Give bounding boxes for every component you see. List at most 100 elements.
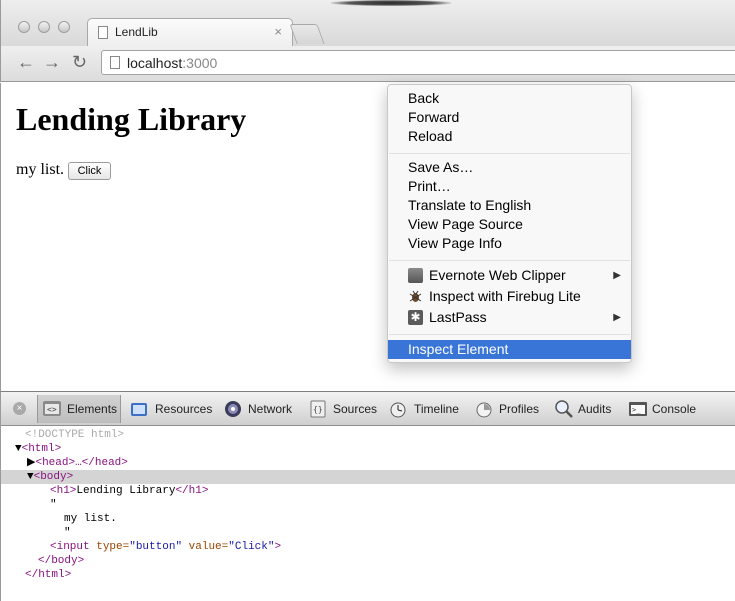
tab-label: Elements [67,402,118,416]
tab-console[interactable]: >_ Console [624,395,702,423]
tab-network[interactable]: Network [219,395,301,423]
svg-text:{}: {} [313,405,323,414]
tab-profiles[interactable]: Profiles [470,395,548,423]
menu-item-reload[interactable]: Reload [388,127,631,146]
dom-h1-open: <h1> [50,485,77,497]
menu-item-inspect-element[interactable]: Inspect Element [388,340,631,359]
url-text: localhost:3000 [127,55,217,71]
menu-item-label: LastPass [429,309,487,325]
new-tab-button[interactable] [289,24,325,44]
tab-label: Audits [578,402,612,416]
menu-item-view-source[interactable]: View Page Source [388,215,631,234]
minimize-window-button[interactable] [38,21,50,33]
dom-html-node[interactable]: ▼<html> [1,442,735,456]
menu-item-save-as[interactable]: Save As… [388,158,631,177]
dom-html-close: </html> [1,568,735,582]
menu-item-firebug[interactable]: Inspect with Firebug Lite [388,287,631,306]
dom-text-node[interactable]: my list. [1,512,735,526]
menu-item-label: Evernote Web Clipper [429,267,566,283]
tab-sources[interactable]: {} Sources [304,395,382,423]
dom-body-node[interactable]: ▼<body> [1,470,735,484]
reload-icon[interactable]: ↻ [72,52,87,73]
dom-text-value: my list. [64,513,117,525]
address-bar[interactable]: localhost:3000 [101,50,735,75]
menu-separator [389,334,630,335]
lastpass-icon: ✱ [408,310,423,325]
dom-tree: <!DOCTYPE html> ▼<html> ▶<head>…</head> … [1,426,735,601]
resources-icon [129,399,149,419]
dom-doctype-text: <!DOCTYPE html> [25,429,125,441]
dom-attr-type: type= [96,541,130,553]
menu-item-forward[interactable]: Forward [388,108,631,127]
tab-label: Profiles [499,402,540,416]
network-icon [223,399,243,419]
dom-body-open: <body> [33,471,74,483]
audits-icon [554,399,574,419]
tab-audits[interactable]: Audits [550,395,622,423]
dom-doctype[interactable]: <!DOCTYPE html> [1,428,735,442]
tab-elements[interactable]: <> Elements [37,395,121,423]
browser-titlebar: LendLib × [0,0,735,46]
devtools-close-icon[interactable]: × [13,402,26,415]
timeline-icon [388,399,408,419]
devtools-panel: × <> Elements Resources Network {} Sourc… [0,391,735,601]
tab-label: Sources [333,402,378,416]
profiles-icon [474,399,494,419]
menu-item-evernote[interactable]: Evernote Web Clipper ▶ [388,266,631,285]
tab-label: Network [248,402,293,416]
firebug-icon [408,289,423,304]
dom-attr-value: value= [188,541,229,553]
background-photo-fragment [331,0,451,6]
dom-quote: " [50,499,57,511]
menu-item-back[interactable]: Back [388,89,631,108]
tab-title: LendLib [115,25,158,39]
dom-quote: " [64,527,71,539]
dom-h1-close: </h1> [175,485,209,497]
tab-lendlib[interactable]: LendLib × [87,18,293,46]
menu-item-print[interactable]: Print… [388,177,631,196]
dom-text-quote-open: " [1,498,735,512]
menu-item-view-info[interactable]: View Page Info [388,234,631,253]
menu-separator [389,153,630,154]
dom-attr-type-value: "button" [129,541,183,553]
console-icon: >_ [628,399,648,419]
page-icon [110,56,120,69]
dom-html-open: <html> [21,443,62,455]
dom-head-text: <head>…</head> [35,457,128,469]
dom-attr-value-value: "Click" [228,541,275,553]
dom-input-close: > [274,541,282,553]
evernote-icon [408,268,423,283]
forward-arrow-icon[interactable]: → [43,52,61,73]
page-text: my list. [16,161,65,178]
submenu-arrow-icon: ▶ [613,312,621,323]
back-arrow-icon[interactable]: ← [17,52,35,73]
tab-resources[interactable]: Resources [125,395,215,423]
tab-close-icon[interactable]: × [274,24,282,39]
menu-item-label: Inspect with Firebug Lite [429,288,581,304]
menu-item-lastpass[interactable]: ✱ LastPass ▶ [388,308,631,327]
close-window-button[interactable] [18,21,30,33]
dom-body-close-tag: </body> [38,555,85,567]
svg-text:<>: <> [47,405,57,414]
dom-text-quote-close: " [1,526,735,540]
dom-head-node[interactable]: ▶<head>…</head> [1,456,735,470]
menu-item-translate[interactable]: Translate to English [388,196,631,215]
sources-icon: {} [308,399,328,419]
dom-body-close: </body> [1,554,735,568]
expand-triangle-icon[interactable]: ▼ [27,471,34,483]
elements-icon: <> [42,399,62,419]
click-button[interactable]: Click [68,162,111,180]
dom-h1-node[interactable]: <h1>Lending Library</h1> [1,484,735,498]
submenu-arrow-icon: ▶ [613,270,621,281]
page-icon [98,26,108,39]
tab-timeline[interactable]: Timeline [384,395,468,423]
tab-label: Timeline [414,402,459,416]
tab-label: Resources [155,402,213,416]
menu-separator [389,260,630,261]
dom-input-node[interactable]: <input type="button" value="Click"> [1,540,735,554]
expand-triangle-icon[interactable]: ▼ [15,443,22,455]
tab-label: Console [652,402,697,416]
url-port: :3000 [182,55,218,71]
svg-text:>_: >_ [632,406,641,414]
zoom-window-button[interactable] [58,21,70,33]
